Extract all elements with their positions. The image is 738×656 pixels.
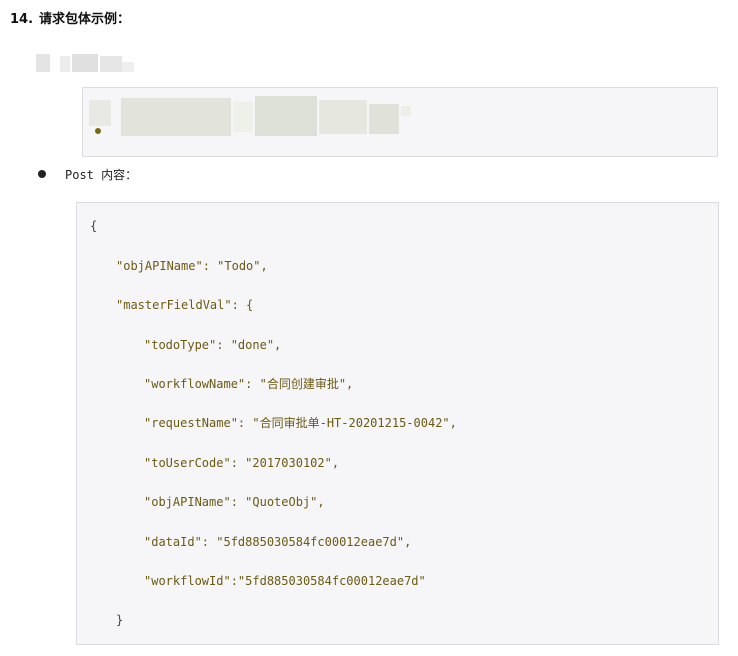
code-line: "workflowId":"5fd885030584fc00012eae7d" <box>144 574 426 588</box>
redacted-code-block <box>82 87 718 157</box>
code-line: } <box>116 613 124 627</box>
code-line: "objAPIName": "QuoteObj", <box>144 495 325 509</box>
code-line: "masterFieldVal": { <box>116 298 254 312</box>
section-title: 请求包体示例： <box>39 12 131 27</box>
code-line: { <box>90 219 98 233</box>
code-line: "requestName": "合同审批单-HT-20201215-0042", <box>144 416 457 430</box>
code-line: "todoType": "done", <box>144 338 282 352</box>
list-item-label: Post 内容： <box>65 167 138 182</box>
code-line: "workflowName": "合同创建审批", <box>144 377 354 391</box>
code-block: { "objAPIName": "Todo", "masterFieldVal"… <box>76 202 719 645</box>
list-item: Post 内容： <box>38 164 137 184</box>
section-heading: 14. 请求包体示例： <box>10 10 130 30</box>
code-line: "objAPIName": "Todo", <box>116 259 268 273</box>
section-number: 14. <box>10 12 34 27</box>
bullet-icon <box>38 170 46 178</box>
redacted-text <box>36 52 136 74</box>
code-line: "dataId": "5fd885030584fc00012eae7d", <box>144 535 412 549</box>
code-line: "toUserCode": "2017030102", <box>144 456 340 470</box>
